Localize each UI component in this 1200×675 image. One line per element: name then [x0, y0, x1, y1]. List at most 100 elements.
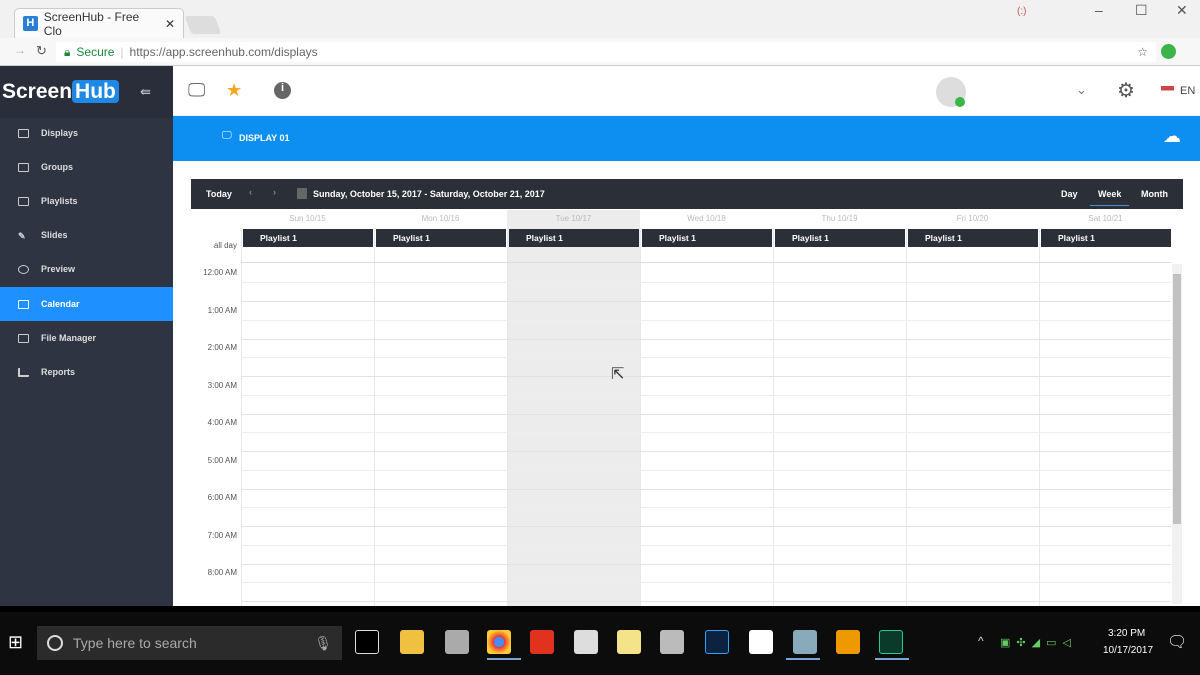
event-playlist[interactable]: Playlist 1 [642, 229, 772, 247]
tray-chevron-icon[interactable]: ^ [978, 634, 984, 648]
time-label: 12:00 AM [203, 268, 237, 277]
time-label: 7:00 AM [207, 530, 237, 540]
clock-time[interactable]: 3:20 PM [1108, 628, 1145, 639]
cortana-icon [47, 635, 63, 651]
allday-label: all day [213, 241, 237, 250]
time-label: 2:00 AM [207, 343, 237, 352]
xbox-icon[interactable] [749, 630, 773, 654]
info-icon[interactable]: i [274, 82, 291, 99]
system-tray-icons[interactable]: ▣✣◢▭◁ [1000, 636, 1077, 649]
event-playlist[interactable]: Playlist 1 [908, 229, 1038, 247]
forward-icon[interactable]: → [14, 43, 26, 57]
microphone-icon[interactable]: 🎙︎ [314, 635, 332, 652]
day-header: Thu 10/19 [821, 214, 858, 223]
photoshop-icon[interactable] [705, 630, 729, 654]
us-flag-icon [1161, 86, 1174, 95]
chrome-icon[interactable] [487, 630, 511, 654]
sidebar-item-calendar[interactable]: Calendar [0, 287, 173, 321]
star-icon[interactable]: ★ [226, 80, 242, 101]
acrobat-icon[interactable] [530, 630, 554, 654]
event-playlist[interactable]: Playlist 1 [243, 229, 373, 247]
view-week[interactable]: Week [1090, 189, 1130, 206]
day-column[interactable] [1039, 228, 1172, 606]
event-playlist[interactable]: Playlist 1 [376, 229, 506, 247]
close-tab-icon[interactable]: ✕ [165, 17, 175, 31]
folder-icon [18, 333, 29, 343]
task-view-icon[interactable] [355, 630, 379, 654]
calendar-icon[interactable] [297, 188, 307, 199]
divider [241, 262, 1171, 263]
sidebar-item-groups[interactable]: Groups [0, 150, 173, 184]
language-selector[interactable]: EN [1180, 85, 1195, 97]
sidebar-item-preview[interactable]: Preview [0, 252, 173, 286]
groups-icon [18, 162, 29, 172]
calendar-icon [18, 299, 29, 309]
day-column[interactable] [640, 228, 773, 606]
monitor-icon [18, 128, 29, 138]
time-label: 5:00 AM [207, 455, 237, 465]
scrollbar[interactable] [1172, 264, 1182, 604]
day-column[interactable] [241, 228, 374, 606]
gear-icon[interactable]: ⚙ [1117, 78, 1135, 103]
cloud-upload-icon[interactable]: ☁ [1163, 126, 1181, 147]
mouse-cursor-icon: ⇱ [611, 366, 625, 383]
calculator-icon[interactable] [574, 630, 598, 654]
browser-tab[interactable]: H ScreenHub - Free Clo ✕ [14, 8, 184, 38]
clock-date[interactable]: 10/17/2017 [1103, 645, 1153, 656]
next-button[interactable]: › [273, 187, 276, 197]
display-title: DISPLAY 01 [239, 133, 290, 143]
taskbar-search[interactable]: Type here to search 🎙︎ [37, 626, 342, 660]
app-icon[interactable] [836, 630, 860, 654]
sidebar-item-displays[interactable]: Displays [0, 116, 173, 150]
time-label: 4:00 AM [207, 418, 237, 427]
view-month[interactable]: Month [1141, 189, 1168, 199]
app-icon[interactable] [660, 630, 684, 654]
avatar[interactable] [936, 77, 966, 107]
day-column[interactable] [374, 228, 507, 606]
maximize-button[interactable]: ☐ [1135, 2, 1148, 19]
chevron-down-icon[interactable]: ⌄ [1076, 82, 1087, 98]
hour-line [241, 544, 1171, 546]
sidebar-item-playlists[interactable]: Playlists [0, 184, 173, 218]
sticky-notes-icon[interactable] [617, 630, 641, 654]
today-button[interactable]: Today [206, 189, 232, 199]
minimize-button[interactable]: – [1095, 2, 1103, 18]
day-header: Sat 10/21 [1088, 214, 1123, 223]
day-column[interactable] [773, 228, 906, 606]
monitor-icon[interactable]: 🖵 [188, 80, 205, 101]
hour-line [241, 601, 1171, 602]
event-playlist[interactable]: Playlist 1 [775, 229, 905, 247]
hour-line [241, 319, 1171, 321]
notifications-icon[interactable]: 🗨︎ [1167, 632, 1187, 652]
close-window-button[interactable]: ✕ [1176, 2, 1188, 19]
app-icon[interactable] [793, 630, 817, 654]
collapse-sidebar-icon[interactable]: ⇚ [140, 84, 151, 100]
tab-title: ScreenHub - Free Clo [43, 9, 140, 38]
windows-start-icon[interactable]: ⊞ [8, 632, 23, 653]
event-playlist[interactable]: Playlist 1 [509, 229, 639, 247]
day-header: Wed 10/18 [687, 214, 726, 223]
sidebar-item-file-manager[interactable]: File Manager [0, 321, 173, 355]
prev-button[interactable]: ‹ [249, 187, 252, 197]
sidebar-item-slides[interactable]: ✎ Slides [0, 218, 173, 252]
grammarly-icon[interactable] [1161, 44, 1176, 59]
url-field[interactable]: 🔒︎ Secure | https://app.screenhub.com/di… [56, 42, 1156, 62]
browser-tab-strip: H ScreenHub - Free Clo ✕ (:) – ☐ ✕ [0, 0, 1200, 38]
day-column[interactable] [906, 228, 1039, 606]
app-icon[interactable] [445, 630, 469, 654]
captivate-icon[interactable] [879, 630, 903, 654]
day-column[interactable] [507, 228, 640, 606]
secure-label: Secure [76, 45, 115, 59]
lock-icon: 🔒︎ [64, 45, 71, 59]
reload-icon[interactable]: ↻ [36, 43, 47, 59]
hour-line [241, 507, 1171, 508]
extension-icon[interactable]: (:) [1017, 6, 1026, 17]
bookmark-star-icon[interactable]: ☆ [1137, 45, 1148, 59]
day-header: Tue 10/17 [555, 214, 592, 223]
sidebar-item-reports[interactable]: Reports [0, 355, 173, 389]
hour-line [241, 376, 1171, 377]
file-explorer-icon[interactable] [400, 630, 424, 654]
view-day[interactable]: Day [1061, 189, 1078, 199]
event-playlist[interactable]: Playlist 1 [1041, 229, 1171, 247]
new-tab-button[interactable] [184, 16, 222, 34]
